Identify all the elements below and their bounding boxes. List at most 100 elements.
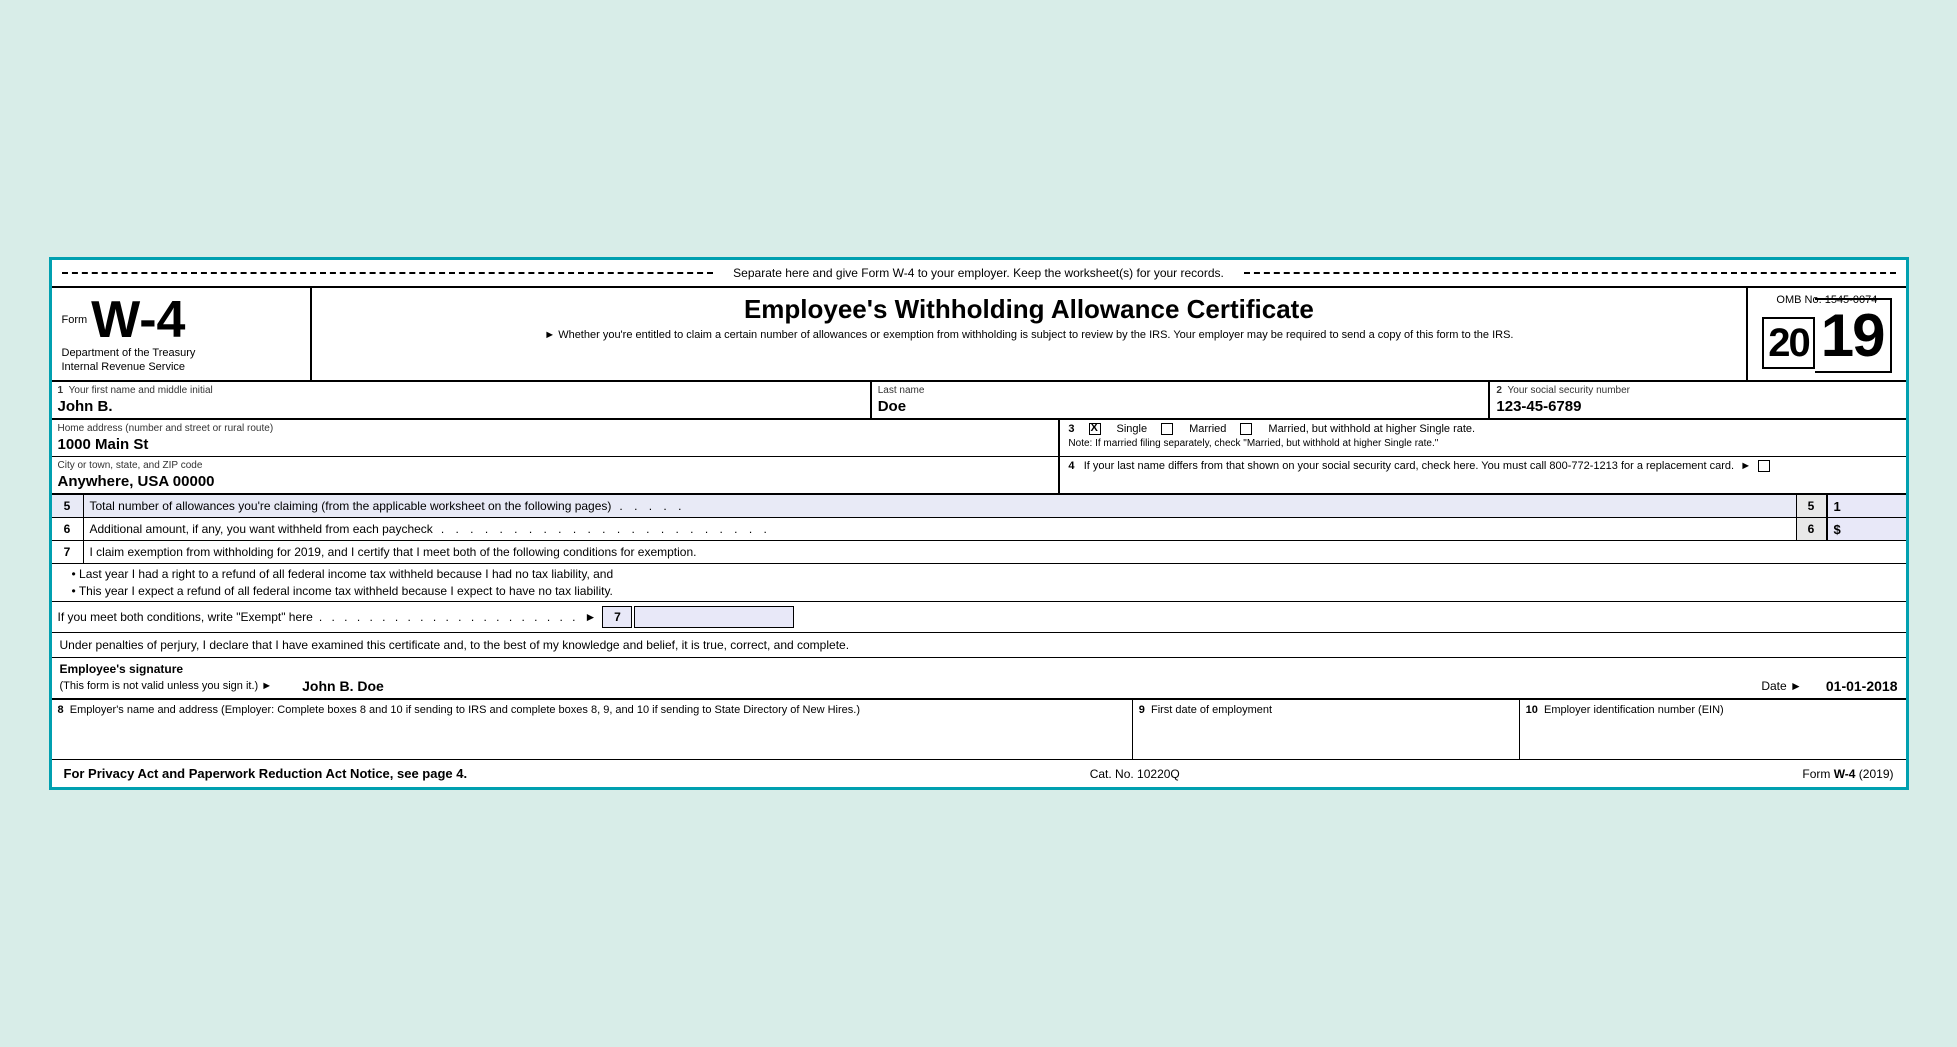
emp10-label: Employer identification number (EIN) [1544,704,1724,716]
married-checkbox[interactable] [1161,423,1173,435]
row-6: 6 Additional amount, if any, you want wi… [52,518,1906,541]
irs-label: Internal Revenue Service [62,360,196,374]
diff-checkbox[interactable] [1758,460,1770,472]
row6-value: $ [1826,518,1906,540]
ssn-label: 2 Your social security number [1496,385,1899,396]
form-subtitle: ► Whether you're entitled to claim a cer… [322,329,1737,341]
row7-desc: I claim exemption from withholding for 2… [84,541,1786,563]
employer-date-cell: 9 First date of employment [1133,700,1520,759]
diff-cell: 4 If your last name differs from that sh… [1060,457,1905,493]
footer-right-pre: Form [1802,767,1833,781]
ssn-cell: 2 Your social security number 123-45-678… [1490,382,1905,418]
footer-right: Form W-4 (2019) [1802,767,1893,781]
row7-num: 7 [52,541,84,563]
row5-desc: Total number of allowances you're claimi… [84,495,1796,517]
emp9-num: 9 [1139,704,1145,716]
emp-label-text: Employer's name and address (Employer: C… [70,704,860,716]
dash-right [1244,272,1896,274]
dept-label: Department of the Treasury [62,346,196,360]
row7-bullets: • Last year I had a right to a refund of… [52,564,1906,602]
header-center: Employee's Withholding Allowance Certifi… [312,288,1749,381]
header-row: Form W-4 Department of the Treasury Inte… [52,288,1906,383]
married-higher-checkbox[interactable] [1240,423,1252,435]
row7-if-dots: . . . . . . . . . . . . . . . . . . . . … [313,610,585,624]
date-label: Date ► [1761,679,1802,693]
city-label: City or town, state, and ZIP code [58,460,1053,471]
row-7-area: 7 I claim exemption from withholding for… [52,541,1906,633]
row7-desc-text: I claim exemption from withholding for 2… [90,545,697,559]
first-name-label-text: Your first name and middle initial [69,385,213,396]
footer-center: Cat. No. 10220Q [1090,767,1180,781]
first-name-label: 1 Your first name and middle initial [58,385,864,396]
emp-num: 8 [58,704,64,716]
field4-num: 4 [1068,460,1074,472]
year-20: 20 [1762,317,1815,369]
first-name-value: John B. [58,396,864,415]
row7-box-label: 7 [602,606,632,628]
last-name-value: Doe [878,396,1483,415]
row-2: Home address (number and street or rural… [52,420,1906,457]
row7-main: 7 I claim exemption from withholding for… [52,541,1906,564]
sep-text: Separate here and give Form W-4 to your … [733,266,1224,280]
sig-line: (This form is not valid unless you sign … [60,678,1898,694]
row6-dots: . . . . . . . . . . . . . . . . . . . . … [433,522,1790,536]
sig-sub: (This form is not valid unless you sign … [60,680,273,692]
row7-bullet1: • Last year I had a right to a refund of… [72,567,1900,581]
first-name-cell: 1 Your first name and middle initial Joh… [52,382,872,418]
employer-ein-cell: 10 Employer identification number (EIN) [1520,700,1906,759]
emp9-label: First date of employment [1151,704,1272,716]
city-value: Anywhere, USA 00000 [58,471,1053,490]
married-higher-label: Married, but withhold at higher Single r… [1268,423,1475,435]
filing-status-cell: 3 Single Married Married, but withhold a… [1060,420,1905,456]
row5-num: 5 [52,495,84,517]
field3-label: 3 [1068,423,1074,435]
ssn-num: 2 [1496,385,1502,396]
last-name-label: Last name [878,385,1483,396]
emp-date-label: 9 First date of employment [1139,704,1513,716]
married-label: Married [1189,423,1226,435]
w4-form: Separate here and give Form W-4 to your … [49,257,1909,791]
row6-num: 6 [52,518,84,540]
employer-name-cell: 8 Employer's name and address (Employer:… [52,700,1133,759]
w4-logo: W-4 [91,294,185,346]
ssn-label-text: Your social security number [1508,385,1630,396]
footer-right-bold: W-4 [1834,767,1856,781]
penalties-text: Under penalties of perjury, I declare th… [60,638,850,652]
form-branding: Form W-4 Department of the Treasury Inte… [62,294,196,375]
footer-row: For Privacy Act and Paperwork Reduction … [52,760,1906,787]
address-cell: Home address (number and street or rural… [52,420,1061,456]
address-label: Home address (number and street or rural… [58,423,1053,434]
row7-exempt-field[interactable] [634,606,794,628]
row7-ifline: If you meet both conditions, write "Exem… [52,602,1906,632]
married-note: Note: If married filing separately, chec… [1068,438,1897,449]
row7-if-text: If you meet both conditions, write "Exem… [58,610,313,624]
diff-arrow: ► [1740,460,1751,472]
date-value: 01-01-2018 [1826,678,1898,694]
diff-text: If your last name differs from that show… [1084,460,1734,472]
employer-row: 8 Employer's name and address (Employer:… [52,700,1906,760]
row-5: 5 Total number of allowances you're clai… [52,495,1906,518]
row6-desc: Additional amount, if any, you want with… [84,518,1796,540]
sig-title: Employee's signature [60,662,1898,676]
employer-label: 8 Employer's name and address (Employer:… [58,704,1126,716]
header-left: Form W-4 Department of the Treasury Inte… [52,288,312,381]
filing-options: 3 Single Married Married, but withhold a… [1068,423,1897,435]
row7-arrow: ► [585,610,597,624]
row5-desc-text: Total number of allowances you're claimi… [90,499,612,513]
row6-desc-text: Additional amount, if any, you want with… [90,522,433,536]
form-title: Employee's Withholding Allowance Certifi… [322,294,1737,325]
single-checkbox[interactable] [1089,423,1101,435]
address-value: 1000 Main St [58,434,1053,453]
year-19: 19 [1815,298,1892,373]
sig-value: John B. Doe [302,678,384,694]
emp-ein-label: 10 Employer identification number (EIN) [1526,704,1900,716]
row-3: City or town, state, and ZIP code Anywhe… [52,457,1906,495]
row5-dots: . . . . . [611,499,1789,513]
separator-row: Separate here and give Form W-4 to your … [52,260,1906,288]
row5-box-label: 5 [1796,495,1826,517]
footer-left: For Privacy Act and Paperwork Reduction … [64,766,468,781]
row1-num: 1 [58,385,64,396]
emp10-num: 10 [1526,704,1538,716]
penalties-row: Under penalties of perjury, I declare th… [52,633,1906,658]
row6-box-label: 6 [1796,518,1826,540]
